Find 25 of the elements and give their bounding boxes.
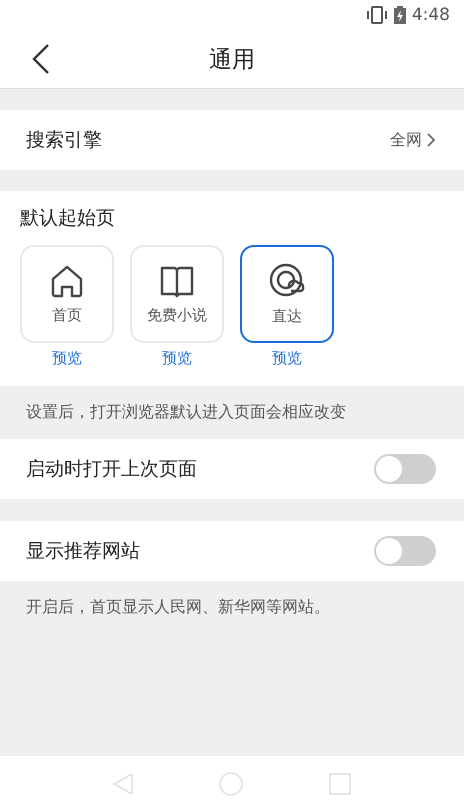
status-time: 4:48 — [412, 5, 450, 25]
house-icon — [50, 264, 84, 298]
toggle-switch[interactable] — [374, 536, 436, 566]
home-nav-icon[interactable] — [218, 771, 244, 797]
setting-label: 搜索引擎 — [26, 128, 102, 153]
search-engine-value[interactable]: 全网 — [390, 130, 436, 150]
start-page-option[interactable]: 直达 — [240, 245, 334, 343]
section-title: 默认起始页 — [20, 207, 115, 229]
cloud-circle-icon — [269, 262, 305, 298]
vibrate-icon — [366, 6, 388, 24]
chevron-right-icon — [426, 132, 436, 148]
start-page-option[interactable]: 首页 — [20, 245, 114, 343]
battery-charging-icon — [394, 6, 406, 24]
preview-link[interactable]: 预览 — [52, 349, 82, 368]
note-text: 开启后，首页显示人民网、新华网等网站。 — [25, 596, 331, 618]
preview-link[interactable]: 预览 — [162, 349, 192, 368]
setting-label: 显示推荐网站 — [26, 539, 140, 564]
start-page-option[interactable]: 免费小说 — [130, 245, 224, 343]
back-nav-icon[interactable] — [112, 772, 134, 796]
page-title: 通用 — [209, 46, 255, 74]
setting-label: 启动时打开上次页面 — [26, 457, 197, 482]
recents-nav-icon[interactable] — [328, 772, 352, 796]
preview-link[interactable]: 预览 — [272, 349, 302, 368]
note-text: 设置后，打开浏览器默认进入页面会相应改变 — [25, 401, 347, 423]
toggle-switch[interactable] — [374, 454, 436, 484]
